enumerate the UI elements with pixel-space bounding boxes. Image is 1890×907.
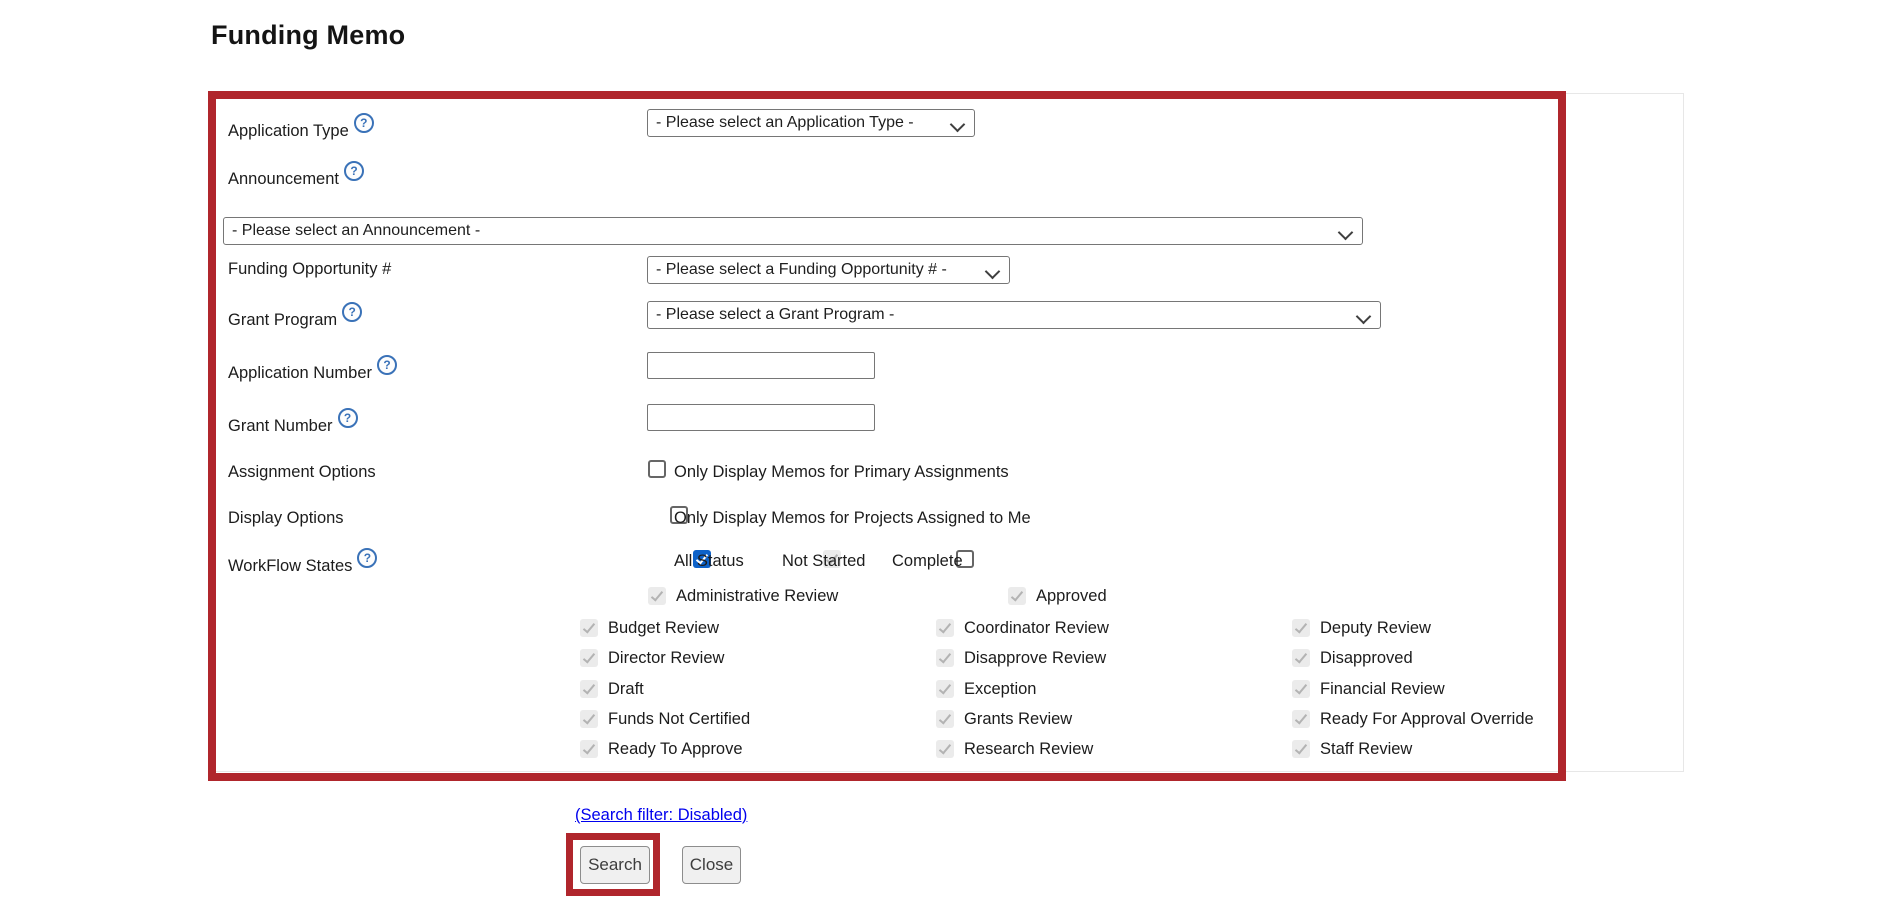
announcement-label: Announcement? (228, 170, 364, 190)
workflow-state-administrative-review: Administrative Review (648, 587, 1008, 606)
chevron-down-icon (950, 117, 966, 133)
primary-assignments-checkbox[interactable] (648, 460, 666, 478)
grant-program-select[interactable]: - Please select a Grant Program - (647, 301, 1381, 329)
funding-opportunity-label: Funding Opportunity # (228, 260, 391, 279)
application-type-select[interactable]: - Please select an Application Type - (647, 109, 975, 137)
help-icon[interactable]: ? (344, 161, 364, 181)
complete-label: Complete (892, 552, 963, 571)
chevron-down-icon (985, 264, 1001, 280)
checkbox-icon (1292, 649, 1310, 667)
grant-number-label: Grant Number? (228, 417, 358, 437)
workflow-state-financial-review: Financial Review (1292, 680, 1445, 699)
help-icon[interactable]: ? (357, 548, 377, 568)
checkbox-icon (936, 710, 954, 728)
search-filter-link[interactable]: (Search filter: Disabled) (575, 806, 747, 825)
workflow-state-exception: Exception (936, 680, 1292, 699)
workflow-state-draft: Draft (580, 680, 936, 699)
application-number-input[interactable] (647, 352, 875, 379)
workflow-grid-row: Budget Review Coordinator Review Deputy … (580, 619, 1431, 638)
workflow-state-ready-for-approval-override: Ready For Approval Override (1292, 710, 1534, 729)
help-icon[interactable]: ? (342, 302, 362, 322)
workflow-state-deputy-review: Deputy Review (1292, 619, 1431, 638)
funding-memo-page: Funding Memo Application Type? - Please … (0, 0, 1890, 907)
help-icon[interactable]: ? (338, 408, 358, 428)
assignment-options-label: Assignment Options (228, 463, 376, 482)
workflow-grid-row: Administrative Review Approved (648, 587, 1107, 606)
search-button[interactable]: Search (580, 846, 650, 884)
checkbox-icon (580, 740, 598, 758)
all-status-label: All Status (674, 552, 744, 571)
application-number-label: Application Number? (228, 364, 397, 384)
checkbox-icon (580, 710, 598, 728)
workflow-state-coordinator-review: Coordinator Review (936, 619, 1292, 638)
chevron-down-icon (1338, 225, 1354, 241)
workflow-states-label: WorkFlow States? (228, 557, 377, 577)
workflow-state-approved: Approved (1008, 587, 1107, 606)
workflow-state-ready-to-approve: Ready To Approve (580, 740, 936, 759)
checkbox-icon (1008, 587, 1026, 605)
workflow-grid-row: Ready To Approve Research Review Staff R… (580, 740, 1412, 759)
checkbox-icon (1292, 740, 1310, 758)
checkbox-icon (936, 619, 954, 637)
checkbox-icon (936, 680, 954, 698)
chevron-down-icon (1356, 309, 1372, 325)
not-started-label: Not Started (782, 552, 865, 571)
grant-number-input[interactable] (647, 404, 875, 431)
funding-opportunity-select[interactable]: - Please select a Funding Opportunity # … (647, 256, 1010, 284)
workflow-state-budget-review: Budget Review (580, 619, 936, 638)
page-title: Funding Memo (211, 20, 405, 51)
checkbox-icon (936, 740, 954, 758)
checkbox-icon (1292, 680, 1310, 698)
checkbox-icon (1292, 619, 1310, 637)
announcement-select[interactable]: - Please select an Announcement - (223, 217, 1363, 245)
primary-assignments-checkbox-label: Only Display Memos for Primary Assignmen… (674, 463, 1009, 482)
workflow-grid-row: Director Review Disapprove Review Disapp… (580, 649, 1413, 668)
workflow-state-funds-not-certified: Funds Not Certified (580, 710, 936, 729)
workflow-state-grants-review: Grants Review (936, 710, 1292, 729)
projects-assigned-checkbox-label: Only Display Memos for Projects Assigned… (674, 509, 1031, 528)
workflow-state-research-review: Research Review (936, 740, 1292, 759)
grant-program-label: Grant Program? (228, 311, 362, 331)
checkbox-icon (1292, 710, 1310, 728)
workflow-state-staff-review: Staff Review (1292, 740, 1412, 759)
checkbox-icon (936, 649, 954, 667)
checkbox-icon (648, 587, 666, 605)
application-type-label: Application Type? (228, 122, 374, 142)
workflow-state-disapproved: Disapproved (1292, 649, 1413, 668)
display-options-label: Display Options (228, 509, 344, 528)
workflow-grid-row: Funds Not Certified Grants Review Ready … (580, 710, 1534, 729)
workflow-state-disapprove-review: Disapprove Review (936, 649, 1292, 668)
workflow-state-director-review: Director Review (580, 649, 936, 668)
form-panel (208, 93, 1684, 772)
close-button[interactable]: Close (682, 846, 741, 884)
help-icon[interactable]: ? (377, 355, 397, 375)
checkbox-icon (580, 680, 598, 698)
help-icon[interactable]: ? (354, 113, 374, 133)
checkbox-icon (580, 619, 598, 637)
workflow-grid-row: Draft Exception Financial Review (580, 680, 1445, 699)
checkbox-icon (580, 649, 598, 667)
